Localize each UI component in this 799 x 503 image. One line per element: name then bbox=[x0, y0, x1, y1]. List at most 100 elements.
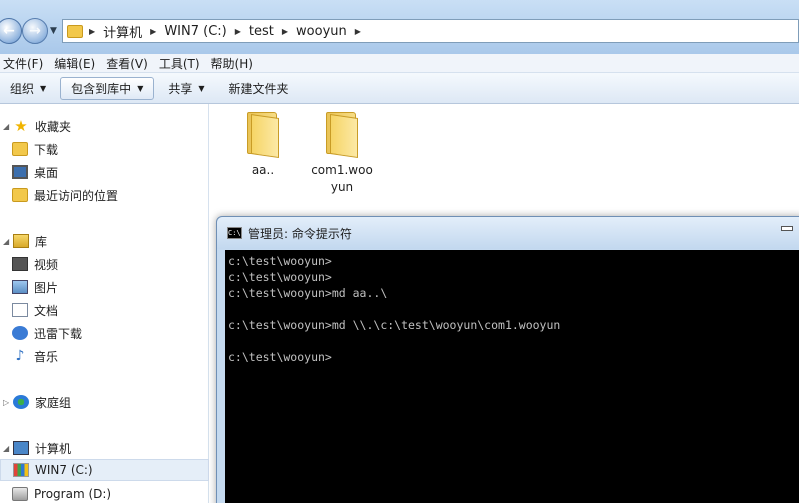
address-bar[interactable]: ▶ 计算机 ▶ WIN7 (C:) ▶ test ▶ wooyun ▶ bbox=[62, 19, 799, 43]
command-toolbar: 组织 ▼ 包含到库中 ▼ 共享 ▼ 新建文件夹 bbox=[0, 73, 799, 104]
new-folder-button[interactable]: 新建文件夹 bbox=[219, 77, 299, 100]
command-prompt-titlebar[interactable]: C:\ 管理员: 命令提示符 bbox=[217, 217, 799, 249]
recent-places-icon bbox=[12, 188, 28, 202]
sidebar-item-label: 收藏夹 bbox=[35, 119, 72, 134]
folder-icon bbox=[324, 112, 360, 158]
menu-bar: 文件(F) 编辑(E) 查看(V) 工具(T) 帮助(H) bbox=[0, 54, 799, 73]
star-icon: ★ bbox=[14, 117, 28, 135]
folder-icon bbox=[67, 24, 83, 38]
console-line: c:\test\wooyun>md \\.\c:\test\wooyun\com… bbox=[228, 318, 561, 332]
picture-icon bbox=[12, 280, 28, 294]
sidebar-item-label: 最近访问的位置 bbox=[34, 188, 119, 203]
window-title: 管理员: 命令提示符 bbox=[248, 226, 352, 241]
sidebar-item-drive-d[interactable]: Program (D:) bbox=[0, 483, 209, 503]
new-folder-label: 新建文件夹 bbox=[228, 81, 289, 96]
folder-name-line: com1.woo bbox=[311, 163, 373, 177]
console-line: c:\test\wooyun> bbox=[228, 270, 332, 284]
console-line: c:\test\wooyun> bbox=[228, 254, 332, 268]
sidebar-item-label: 图片 bbox=[34, 280, 59, 295]
thunder-download-icon bbox=[12, 326, 28, 340]
video-icon bbox=[12, 257, 28, 271]
library-icon bbox=[13, 234, 29, 248]
sidebar-item-documents[interactable]: 文档 bbox=[0, 299, 209, 321]
chevron-down-icon: ▼ bbox=[40, 83, 47, 93]
breadcrumb-separator-icon[interactable]: ▶ bbox=[233, 27, 243, 36]
computer-icon bbox=[13, 441, 29, 455]
menu-help[interactable]: 帮助(H) bbox=[208, 55, 261, 72]
organize-label: 组织 bbox=[10, 81, 35, 96]
sidebar-item-music[interactable]: ♪ 音乐 bbox=[0, 345, 209, 367]
folder-name-line: yun bbox=[330, 180, 354, 194]
sidebar-item-label: 下载 bbox=[34, 142, 59, 157]
console-line: c:\test\wooyun> bbox=[228, 350, 332, 364]
share-label: 共享 bbox=[168, 81, 193, 96]
sidebar-item-drive-c[interactable]: WIN7 (C:) bbox=[0, 459, 209, 481]
windows-drive-icon bbox=[13, 463, 29, 477]
document-icon bbox=[12, 303, 28, 317]
breadcrumb-computer[interactable]: 计算机 bbox=[97, 22, 148, 41]
folder-item[interactable]: aa.. bbox=[223, 112, 303, 179]
expand-triangle-icon[interactable]: ▷ bbox=[3, 398, 13, 407]
history-dropdown-icon[interactable]: ▼ bbox=[50, 26, 57, 36]
console-output[interactable]: c:\test\wooyun> c:\test\wooyun> c:\test\… bbox=[225, 250, 799, 503]
folder-name: com1.woo yun bbox=[302, 162, 382, 196]
console-icon: C:\ bbox=[227, 227, 242, 239]
sidebar-item-label: 家庭组 bbox=[35, 395, 72, 410]
sidebar-item-videos[interactable]: 视频 bbox=[0, 253, 209, 275]
breadcrumb-separator-icon[interactable]: ▶ bbox=[148, 27, 158, 36]
menu-edit[interactable]: 编辑(E) bbox=[51, 55, 103, 72]
console-line: c:\test\wooyun>md aa..\ bbox=[228, 286, 388, 300]
menu-view[interactable]: 查看(V) bbox=[103, 55, 156, 72]
command-prompt-window[interactable]: C:\ 管理员: 命令提示符 c:\test\wooyun> c:\test\w… bbox=[216, 216, 799, 503]
sidebar-item-label: 库 bbox=[35, 234, 48, 249]
sidebar-item-computer[interactable]: ◢ 计算机 bbox=[0, 437, 209, 459]
breadcrumb-wooyun[interactable]: wooyun bbox=[290, 24, 353, 39]
collapse-triangle-icon[interactable]: ◢ bbox=[3, 237, 13, 246]
sidebar-item-label: 文档 bbox=[34, 303, 59, 318]
homegroup-icon bbox=[13, 395, 29, 409]
drive-icon bbox=[12, 487, 28, 501]
folder-icon bbox=[245, 112, 281, 158]
organize-button[interactable]: 组织 ▼ bbox=[0, 77, 56, 100]
sidebar-item-favorites[interactable]: ◢ ★ 收藏夹 bbox=[0, 115, 209, 137]
sidebar-item-homegroup[interactable]: ▷ 家庭组 bbox=[0, 391, 209, 413]
desktop-icon bbox=[12, 165, 28, 179]
folder-item[interactable]: com1.woo yun bbox=[302, 112, 382, 196]
folder-name: aa.. bbox=[251, 163, 275, 177]
sidebar-item-label: Program (D:) bbox=[34, 487, 112, 501]
title-bar: ← → ▼ ▶ 计算机 ▶ WIN7 (C:) ▶ test ▶ wooyun … bbox=[0, 0, 799, 54]
sidebar-item-recent[interactable]: 最近访问的位置 bbox=[0, 184, 209, 206]
breadcrumb-separator-icon[interactable]: ▶ bbox=[353, 27, 363, 36]
include-in-library-label: 包含到库中 bbox=[71, 81, 132, 96]
breadcrumb-test[interactable]: test bbox=[243, 24, 280, 39]
forward-button[interactable]: → bbox=[22, 18, 48, 44]
breadcrumb-separator-icon[interactable]: ▶ bbox=[280, 27, 290, 36]
menu-tools[interactable]: 工具(T) bbox=[156, 55, 208, 72]
collapse-triangle-icon[interactable]: ◢ bbox=[3, 444, 13, 453]
back-button[interactable]: ← bbox=[0, 18, 22, 44]
sidebar-item-label: 音乐 bbox=[34, 349, 59, 364]
sidebar-item-label: WIN7 (C:) bbox=[35, 463, 93, 477]
sidebar-item-desktop[interactable]: 桌面 bbox=[0, 161, 209, 183]
back-arrow-icon: ← bbox=[3, 23, 15, 39]
sidebar-item-label: 迅雷下载 bbox=[34, 326, 83, 341]
share-button[interactable]: 共享 ▼ bbox=[158, 77, 214, 100]
sidebar-item-pictures[interactable]: 图片 bbox=[0, 276, 209, 298]
breadcrumb-drive-c[interactable]: WIN7 (C:) bbox=[158, 24, 232, 39]
sidebar-item-label: 计算机 bbox=[35, 441, 72, 456]
music-note-icon: ♪ bbox=[15, 348, 25, 364]
downloads-folder-icon bbox=[12, 142, 28, 156]
chevron-down-icon: ▼ bbox=[198, 83, 205, 93]
breadcrumb-separator-icon[interactable]: ▶ bbox=[87, 27, 97, 36]
sidebar-item-libraries[interactable]: ◢ 库 bbox=[0, 230, 209, 252]
sidebar-item-downloads[interactable]: 下载 bbox=[0, 138, 209, 160]
navigation-pane: ◢ ★ 收藏夹 下载 桌面 最近访问的位置 ◢ 库 视频 图片 文档 迅雷下载 … bbox=[0, 104, 209, 503]
forward-arrow-icon: → bbox=[29, 23, 41, 39]
sidebar-item-thunder[interactable]: 迅雷下载 bbox=[0, 322, 209, 344]
collapse-triangle-icon[interactable]: ◢ bbox=[3, 122, 13, 131]
menu-file[interactable]: 文件(F) bbox=[0, 55, 51, 72]
include-in-library-button[interactable]: 包含到库中 ▼ bbox=[60, 76, 155, 100]
minimize-icon[interactable] bbox=[781, 226, 795, 231]
